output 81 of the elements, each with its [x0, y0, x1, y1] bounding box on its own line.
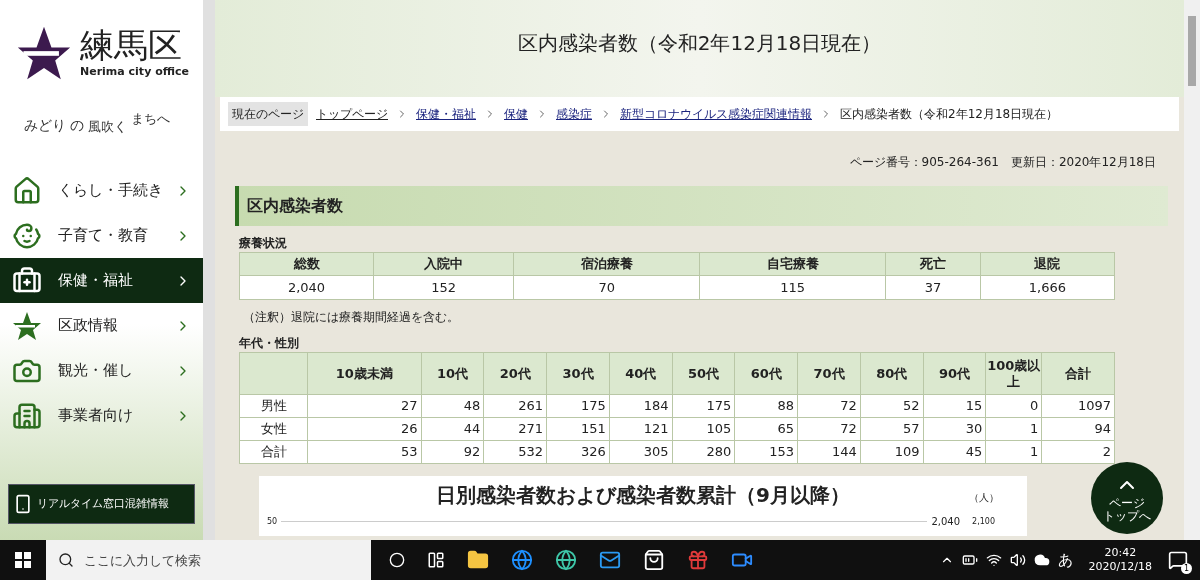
- breadcrumb-label: 現在のページ: [228, 102, 308, 126]
- column-header: 10歳未満: [307, 352, 422, 395]
- volume-icon[interactable]: [1009, 552, 1026, 568]
- store-icon[interactable]: [643, 549, 665, 571]
- cortana-icon[interactable]: [389, 552, 405, 568]
- chart-title: 日別感染者数および感染者数累計（9月以降）: [436, 482, 850, 509]
- section-heading: 区内感染者数: [235, 186, 1168, 226]
- table-cell: 1,666: [980, 275, 1115, 300]
- logo-subtitle: Nerima city office: [80, 63, 189, 80]
- breadcrumb-link[interactable]: 保健: [504, 105, 528, 123]
- search-icon: [58, 552, 74, 568]
- table-cell: 115: [699, 275, 886, 300]
- logo-title: 練馬区: [80, 25, 183, 64]
- star-logo-icon: [12, 310, 42, 341]
- slogan: みどり の 風吹く まちへ: [23, 109, 171, 136]
- unit-label: （人）: [969, 491, 999, 505]
- breadcrumb-link[interactable]: 保健・福祉: [416, 105, 476, 123]
- column-header: 10代: [421, 352, 484, 395]
- column-header: 30代: [546, 352, 610, 395]
- row-header: 男性: [239, 394, 308, 418]
- page-meta: ページ番号：905-264-361 更新日：2020年12月18日: [849, 154, 1156, 171]
- table-cell: 70: [513, 275, 700, 300]
- breadcrumb-link[interactable]: 新型コロナウイルス感染症関連情報: [620, 105, 812, 123]
- nav-item[interactable]: 観光・催し: [0, 348, 203, 393]
- column-header: 総数: [239, 252, 374, 276]
- table-caption: 年代・性別: [239, 335, 300, 352]
- breadcrumb-link[interactable]: 感染症: [556, 105, 592, 123]
- column-header: 宿泊療養: [513, 252, 700, 276]
- gift-icon[interactable]: [687, 549, 709, 571]
- column-header: 自宅療養: [699, 252, 886, 276]
- table-cell: 26: [307, 417, 422, 441]
- row-header: 合計: [239, 440, 308, 464]
- network-icon[interactable]: [985, 552, 1002, 568]
- table-cell: 152: [373, 275, 514, 300]
- phone-icon: [13, 494, 33, 514]
- column-header: 80代: [860, 352, 924, 395]
- nav-item[interactable]: くらし・手続き: [0, 168, 203, 213]
- search-field[interactable]: ここに入力して検索: [46, 540, 371, 580]
- house-icon: [12, 175, 42, 206]
- page-title: 区内感染者数（令和2年12月18日現在）: [517, 29, 882, 57]
- nav-item[interactable]: 保健・福祉: [0, 258, 203, 303]
- clock[interactable]: 20:42 2020/12/18: [1088, 546, 1152, 574]
- column-header: 20代: [483, 352, 547, 395]
- page-top-button[interactable]: ページ トップへ: [1091, 462, 1163, 534]
- realtime-info-button[interactable]: リアルタイム窓口混雑情報: [8, 484, 195, 524]
- browser-icon[interactable]: [511, 549, 533, 571]
- column-header: 入院中: [373, 252, 514, 276]
- table-cell: 53: [307, 440, 422, 464]
- column-header: 90代: [923, 352, 986, 395]
- mail-icon[interactable]: [599, 549, 621, 571]
- axis-tick: 2,100: [972, 515, 995, 528]
- column-header: 60代: [734, 352, 798, 395]
- battery-icon[interactable]: [961, 552, 978, 568]
- notification-badge: 1: [1181, 563, 1192, 574]
- table-cell: 27: [307, 394, 422, 418]
- notification-icon[interactable]: [1168, 550, 1188, 570]
- note: （注釈）退院には療養期間経過を含む。: [243, 309, 460, 326]
- column-header: 50代: [672, 352, 735, 395]
- task-view-icon[interactable]: [427, 551, 445, 569]
- breadcrumb-current: 区内感染者数（令和2年12月18日現在）: [840, 106, 1059, 123]
- nav-item[interactable]: 子育て・教育: [0, 213, 203, 258]
- folder-icon[interactable]: [467, 549, 489, 571]
- column-header: 退院: [980, 252, 1115, 276]
- data-label: 2,040: [931, 515, 961, 529]
- cloud-icon[interactable]: [1033, 552, 1050, 568]
- column-header: 100歳以上: [985, 352, 1042, 395]
- breadcrumb-link[interactable]: トップページ: [316, 105, 388, 123]
- star-logo-icon: [16, 25, 72, 81]
- column-header: 40代: [609, 352, 673, 395]
- column-header: 死亡: [885, 252, 981, 276]
- windows-icon: [15, 552, 31, 568]
- ime-indicator[interactable]: あ: [1057, 548, 1073, 572]
- axis-tick: 50: [267, 515, 278, 528]
- column-header: 合計: [1041, 352, 1115, 395]
- row-header: 女性: [239, 417, 308, 441]
- table-cell: 37: [885, 275, 981, 300]
- nav-item[interactable]: 区政情報: [0, 303, 203, 348]
- column-header: 70代: [797, 352, 861, 395]
- table-cell: 2,040: [239, 275, 374, 300]
- table-caption: 療養状況: [239, 235, 288, 252]
- nav-item[interactable]: 事業者向け: [0, 393, 203, 438]
